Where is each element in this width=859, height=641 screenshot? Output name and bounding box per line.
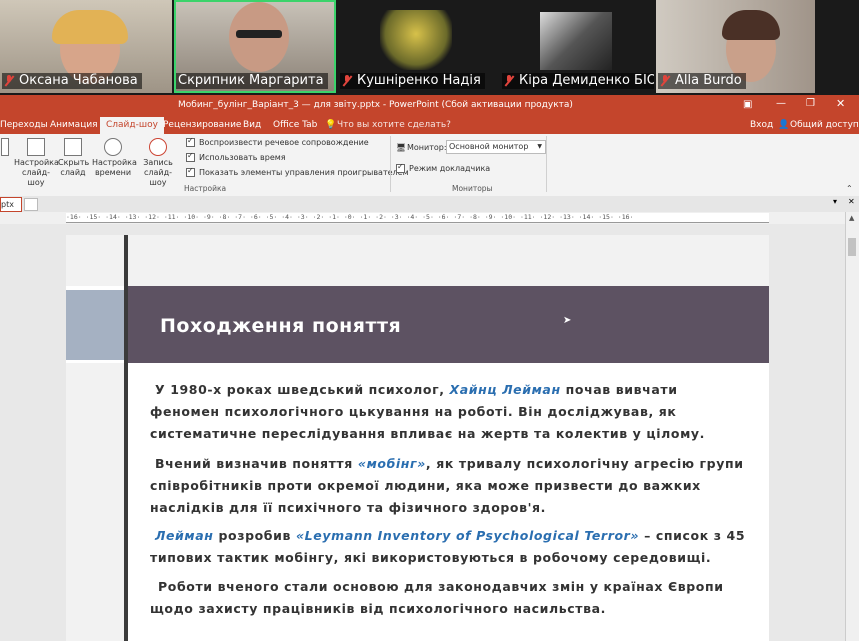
tab-review[interactable]: Рецензирование (163, 118, 241, 132)
participant-name: Кушніренко Надія (340, 73, 485, 89)
slide-top-band (66, 235, 769, 286)
tab-animation[interactable]: Анимация (50, 118, 98, 132)
maximize-icon[interactable]: ❐ (806, 98, 815, 109)
chevron-down-icon: ▼ (537, 143, 542, 150)
participant-tile-5[interactable]: Alla Burdo (656, 0, 815, 93)
mic-muted-icon (660, 75, 670, 87)
participant-name: Кіра Демиденко БІО-... (502, 73, 654, 89)
participant-tile-1[interactable]: Оксана Чабанова (0, 0, 172, 93)
use-timings-checkbox[interactable]: Использовать время (186, 151, 286, 162)
mouse-cursor-icon: ➤ (563, 315, 572, 326)
group-label-setup: Настройка (184, 184, 227, 193)
ribbon-tabs: Переходы Анимация Слайд-шоу Рецензирован… (0, 116, 859, 134)
participant-hair (52, 10, 128, 44)
ruler-scale: ·16· ·15· ·14· ·13· ·12· ·11· ·10· ·9· ·… (66, 213, 769, 223)
ribbon-overflow[interactable] (0, 138, 10, 158)
monitor-select[interactable]: Основной монитор ▼ (446, 140, 546, 154)
slide-paragraph-1[interactable]: У 1980-х роках шведський психолог, Хайнц… (150, 379, 750, 445)
group-divider (390, 136, 391, 192)
accent-square (66, 290, 124, 360)
mic-muted-icon (504, 75, 514, 87)
document-tab[interactable]: ptx ✕ (0, 197, 22, 223)
slideshow-icon (1, 138, 9, 156)
scroll-up-icon[interactable]: ▲ (849, 214, 854, 222)
ribbon-panel: Настройка слайд-шоу Скрыть слайд Настрой… (0, 134, 859, 197)
horizontal-ruler: ·16· ·15· ·14· ·13· ·12· ·11· ·10· ·9· ·… (0, 212, 859, 224)
media-controls-checkbox[interactable]: Показать элементы управления проигрывате… (186, 166, 409, 177)
participant-avatar-image (380, 10, 452, 70)
document-tab-strip: ptx ✕ ▾ ✕ (0, 196, 859, 223)
participant-hair (722, 10, 780, 40)
slide-paragraph-3[interactable]: Лейман розробив «Leymann Inventory of Ps… (150, 525, 750, 569)
participant-tile-3[interactable]: Кушніренко Надія (338, 0, 498, 93)
glasses (236, 30, 282, 38)
close-document-icon[interactable]: ✕ (848, 197, 855, 206)
video-participants-strip: Оксана Чабанова Скрипник Маргарита Кушні… (0, 0, 859, 95)
checkbox-checked-icon (396, 162, 405, 173)
scrollbar-thumb[interactable] (848, 238, 856, 256)
powerpoint-titlebar: Мобинг_булінг_Варіант_3 — для звіту.pptx… (0, 95, 859, 116)
participant-name: Alla Burdo (658, 73, 746, 89)
group-divider (546, 136, 547, 192)
presenter-view-checkbox[interactable]: Режим докладчика (396, 162, 490, 173)
slide-paragraph-2[interactable]: Вчений визначив поняття «мобінг», як три… (150, 453, 750, 519)
checkbox-checked-icon (186, 136, 195, 147)
minimize-icon[interactable]: — (776, 98, 786, 109)
vertical-scrollbar[interactable]: ▲ (845, 212, 859, 641)
tab-office-tab[interactable]: Office Tab (273, 118, 317, 132)
sign-in-link[interactable]: Вход (750, 118, 773, 132)
ribbon-display-icon[interactable]: ▣ (743, 99, 752, 110)
tab-list-dropdown-icon[interactable]: ▾ (833, 197, 837, 206)
slide-left-panel (66, 363, 124, 641)
tab-view[interactable]: Вид (243, 118, 261, 132)
new-tab-button[interactable] (24, 198, 38, 211)
checkbox-checked-icon (186, 151, 195, 162)
participant-name: Скрипник Маргарита (176, 73, 328, 89)
monitor-icon: 🖥 (396, 143, 407, 152)
participant-tile-4[interactable]: Кіра Демиденко БІО-... (500, 0, 654, 93)
slide-title[interactable]: Походження поняття (160, 315, 401, 337)
narration-checkbox[interactable]: Воспроизвести речевое сопровождение (186, 136, 369, 147)
tab-slideshow[interactable]: Слайд-шоу (100, 117, 164, 134)
tell-me-search[interactable]: Что вы хотите сделать? (337, 118, 451, 132)
tab-transitions[interactable]: Переходы (0, 118, 48, 132)
mic-muted-icon (342, 75, 352, 87)
lightbulb-icon: 💡 (325, 120, 337, 130)
mic-muted-icon (4, 75, 14, 87)
participant-avatar-image (540, 12, 612, 70)
vertical-accent-bar (124, 235, 128, 641)
setup-slideshow-icon (27, 138, 45, 156)
participant-name: Оксана Чабанова (2, 73, 142, 89)
close-icon[interactable]: ✕ (836, 97, 845, 110)
user-icon: 👤 (778, 120, 790, 130)
timer-icon (104, 138, 122, 156)
checkbox-checked-icon (186, 166, 195, 177)
group-label-monitors: Мониторы (452, 184, 493, 193)
share-button[interactable]: Общий доступ (790, 118, 859, 132)
rehearse-timings-button[interactable]: Настройка времени (92, 138, 137, 178)
setup-slideshow-button[interactable]: Настройка слайд-шоу (14, 138, 59, 188)
participant-tile-2[interactable]: Скрипник Маргарита (174, 0, 336, 93)
slide-paragraph-4[interactable]: Роботи вченого стали основою для законод… (150, 576, 750, 620)
record-icon (149, 138, 167, 156)
window-title: Мобинг_булінг_Варіант_3 — для звіту.pptx… (178, 100, 573, 110)
collapse-ribbon-icon[interactable]: ⌃ (846, 184, 853, 193)
hide-slide-button[interactable]: Скрыть слайд (58, 138, 89, 178)
monitor-label: Монитор: (407, 143, 447, 152)
record-slideshow-button[interactable]: Запись слайд-шоу (136, 138, 180, 188)
hide-slide-icon (64, 138, 82, 156)
slide-canvas: Походження поняття У 1980-х роках шведсь… (66, 235, 769, 641)
